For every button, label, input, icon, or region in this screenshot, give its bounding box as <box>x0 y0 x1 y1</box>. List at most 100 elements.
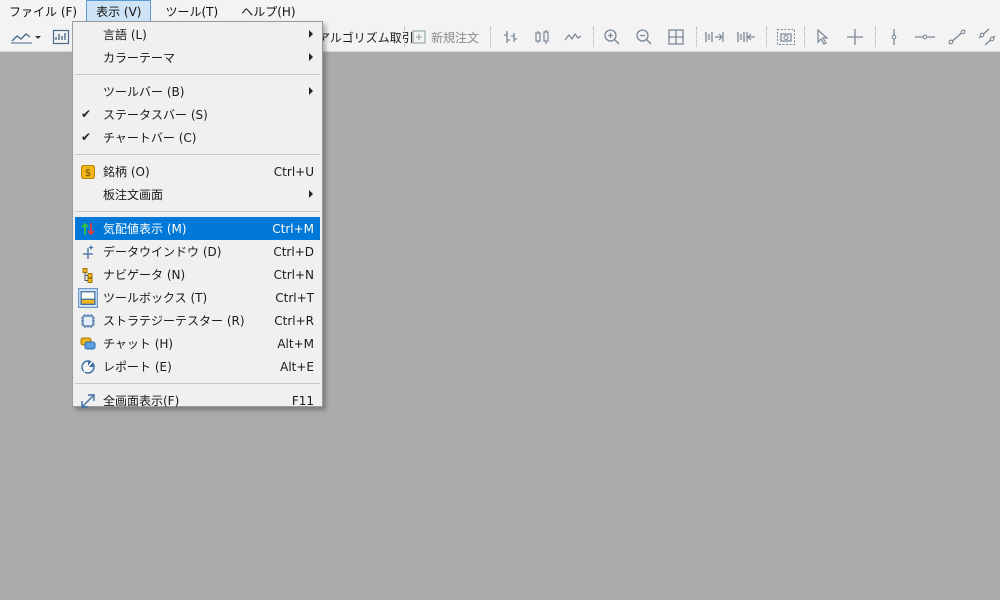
submenu-arrow-icon <box>309 53 313 61</box>
menu-item-color-theme[interactable]: カラーテーマ <box>75 46 320 69</box>
chart-window-button[interactable] <box>50 26 72 48</box>
menu-item-label: ナビゲータ (N) <box>103 268 186 282</box>
algo-trading-button[interactable]: アルゴリズム取引 <box>318 26 414 48</box>
cursor-arrow-icon <box>817 28 829 45</box>
menu-item-shortcut: Ctrl+N <box>273 267 314 282</box>
new-order-icon-wrap <box>411 26 427 48</box>
menu-divider <box>75 74 320 75</box>
menu-item-toolbox[interactable]: ツールボックス (T) Ctrl+T <box>75 286 320 309</box>
menu-item-shortcut: Ctrl+U <box>273 164 314 179</box>
expand-arrow-icon <box>81 394 95 408</box>
data-window-icon <box>83 245 94 259</box>
chart-shift-button[interactable] <box>702 26 726 48</box>
channel-button[interactable] <box>975 26 999 48</box>
new-order-icon <box>412 30 426 44</box>
channel-icon <box>978 28 996 46</box>
menu-item-full-screen[interactable]: 全画面表示(F) F11 <box>75 389 320 412</box>
menu-item-report[interactable]: レポート (E) Alt+E <box>75 355 320 378</box>
svg-text:$: $ <box>85 168 91 179</box>
menu-divider <box>75 383 320 384</box>
report-icon <box>81 360 95 374</box>
vertical-line-icon <box>891 29 897 45</box>
market-watch-icon <box>81 222 95 236</box>
menu-help[interactable]: ヘルプ(H) <box>227 0 304 22</box>
candle-chart-button[interactable] <box>531 26 553 48</box>
menu-item-data-window[interactable]: データウインドウ (D) Ctrl+D <box>75 240 320 263</box>
toolbar-separator <box>804 27 805 47</box>
submenu-arrow-icon <box>309 190 313 198</box>
menu-item-label: ストラテジーテスター (R) <box>103 314 245 328</box>
crosshair-icon <box>847 29 863 45</box>
menu-item-shortcut: Ctrl+M <box>272 221 314 236</box>
crosshair-button[interactable] <box>844 26 866 48</box>
zoom-in-button[interactable] <box>601 26 623 48</box>
menu-item-market-watch[interactable]: 気配値表示 (M) Ctrl+M <box>75 217 320 240</box>
menu-item-label: チャット (H) <box>103 337 174 351</box>
checkmark-icon: ✔ <box>81 107 92 121</box>
horizontal-line-icon <box>915 34 935 40</box>
menu-item-shortcut: Alt+M <box>277 336 314 351</box>
toolbox-icon <box>78 288 98 308</box>
menu-item-shortcut: Alt+E <box>280 359 314 374</box>
screenshot-button[interactable] <box>774 26 798 48</box>
tile-windows-button[interactable] <box>665 26 687 48</box>
menu-item-label: データウインドウ (D) <box>103 245 222 259</box>
menu-item-label: 気配値表示 (M) <box>103 222 187 236</box>
bar-chart-icon <box>504 31 517 43</box>
menu-item-chat[interactable]: チャット (H) Alt+M <box>75 332 320 355</box>
menu-divider <box>75 154 320 155</box>
menu-item-navigator[interactable]: ナビゲータ (N) Ctrl+N <box>75 263 320 286</box>
horizontal-line-button[interactable] <box>913 26 937 48</box>
camera-icon <box>777 29 795 45</box>
menu-item-shortcut: Ctrl+R <box>274 313 314 328</box>
menu-item-depth-of-market[interactable]: 板注文画面 <box>75 183 320 206</box>
line-zigzag-icon <box>564 32 582 41</box>
menu-item-symbols[interactable]: $ 銘柄 (O) Ctrl+U <box>75 160 320 183</box>
cursor-button[interactable] <box>812 26 834 48</box>
menu-item-label: 言語 (L) <box>103 28 147 42</box>
menu-item-language[interactable]: 言語 (L) <box>75 23 320 46</box>
checkmark-icon: ✔ <box>81 130 92 144</box>
submenu-arrow-icon <box>309 30 313 38</box>
zoom-out-button[interactable] <box>633 26 655 48</box>
line-chart-icon <box>11 33 41 44</box>
chart-shift-icon <box>705 32 724 42</box>
menu-tools[interactable]: ツール(T) <box>151 0 227 22</box>
dollar-icon: $ <box>81 165 95 179</box>
menu-item-label: ツールボックス (T) <box>103 291 208 305</box>
menu-item-label: ステータスバー (S) <box>103 108 208 122</box>
view-menu-dropdown: 言語 (L) カラーテーマ ツールバー (B) ✔ ステータスバー (S) ✔ … <box>72 21 323 408</box>
menu-item-label: 全画面表示(F) <box>103 394 180 408</box>
menu-item-shortcut: Ctrl+T <box>275 290 314 305</box>
menu-item-status-bar[interactable]: ✔ ステータスバー (S) <box>75 103 320 126</box>
chat-bubble-icon <box>80 337 96 350</box>
menu-item-shortcut: F11 <box>291 393 314 408</box>
auto-scroll-button[interactable] <box>734 26 758 48</box>
auto-scroll-icon <box>737 32 755 42</box>
menu-item-chart-bar[interactable]: ✔ チャートバー (C) <box>75 126 320 149</box>
candlestick-icon <box>535 30 549 44</box>
toolbar-separator <box>875 27 876 47</box>
bar-chart-button[interactable] <box>500 26 522 48</box>
toolbar-separator <box>490 27 491 47</box>
menu-divider <box>75 211 320 212</box>
navigator-icon <box>82 268 93 283</box>
toolbar-separator <box>593 27 594 47</box>
grid-icon <box>668 29 684 45</box>
line-chart-button[interactable] <box>562 26 584 48</box>
zoom-out-icon <box>636 29 652 45</box>
zoom-in-icon <box>604 29 620 45</box>
chart-type-dropdown[interactable] <box>8 26 44 48</box>
trend-line-button[interactable] <box>945 26 969 48</box>
vertical-line-button[interactable] <box>883 26 905 48</box>
menu-item-strategy-tester[interactable]: ストラテジーテスター (R) Ctrl+R <box>75 309 320 332</box>
menu-file[interactable]: ファイル (F) <box>0 0 86 22</box>
chart-window-icon <box>52 29 70 45</box>
new-order-button[interactable]: 新規注文 <box>431 26 479 48</box>
menu-item-label: カラーテーマ <box>103 51 176 65</box>
chip-icon <box>81 314 95 328</box>
menu-view[interactable]: 表示 (V) <box>86 0 152 22</box>
menu-item-label: チャートバー (C) <box>103 131 197 145</box>
menu-item-toolbars[interactable]: ツールバー (B) <box>75 80 320 103</box>
toolbar-separator <box>404 27 405 47</box>
